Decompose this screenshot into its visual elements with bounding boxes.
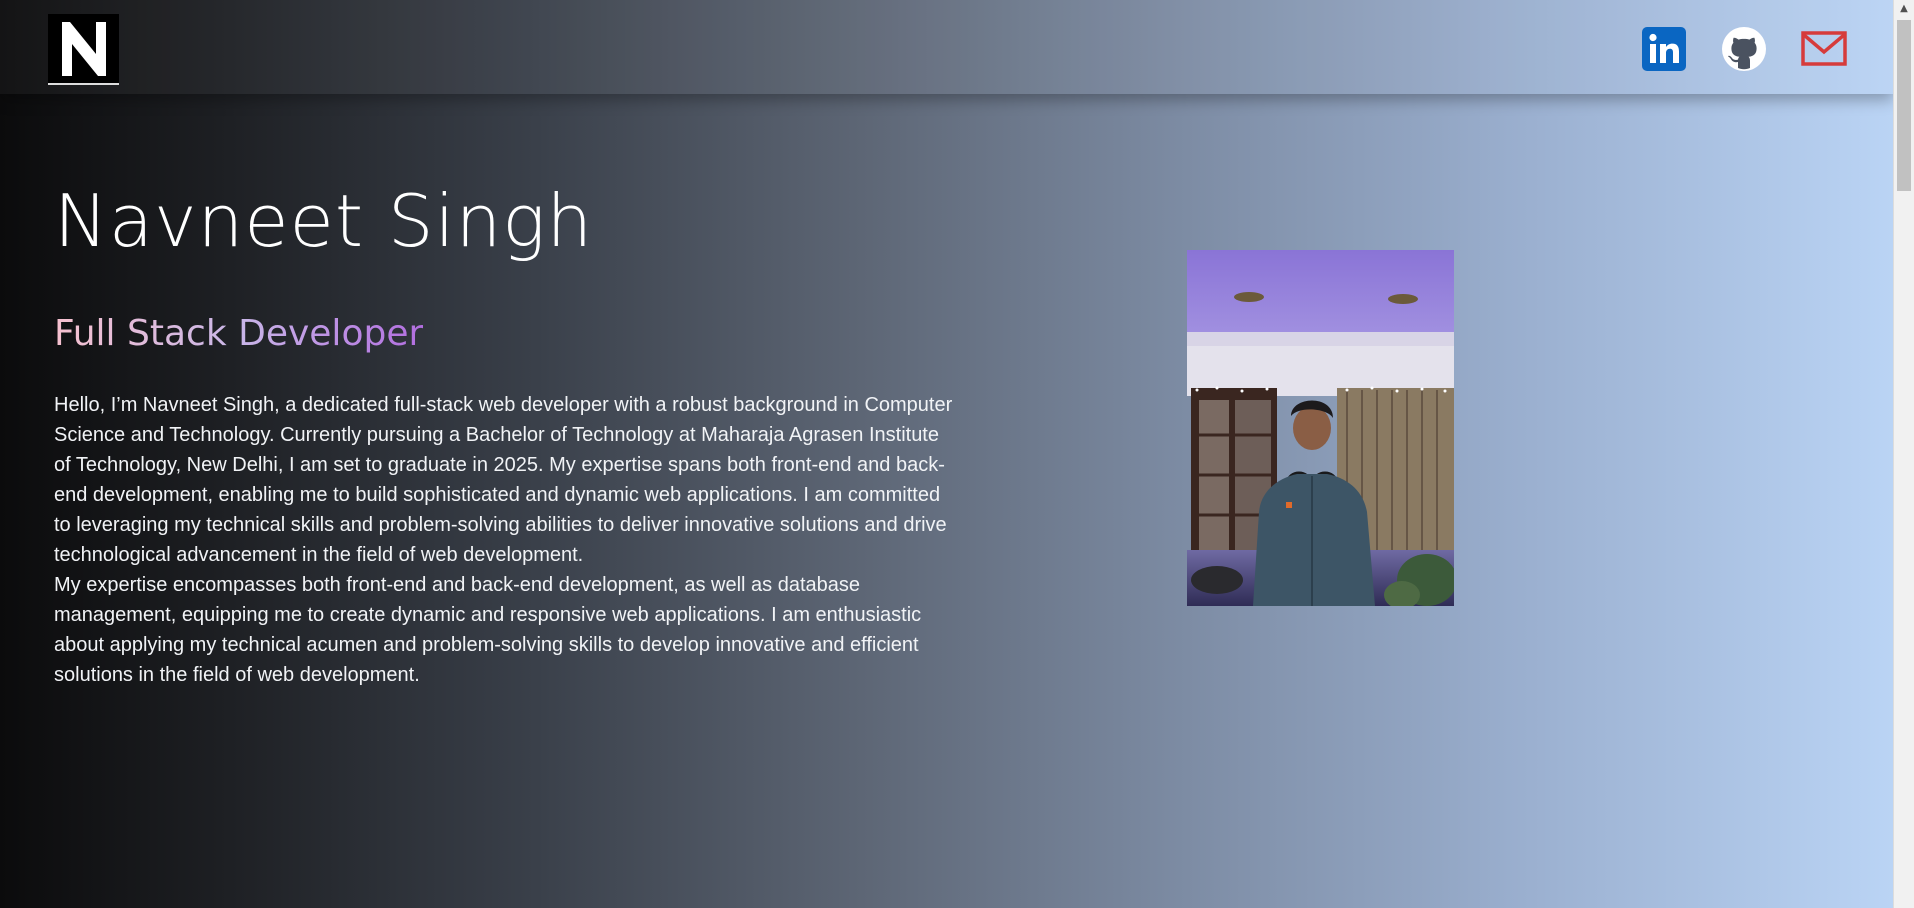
social-links: [1641, 26, 1847, 72]
profile-photo-image: [1187, 250, 1454, 606]
scroll-thumb[interactable]: [1897, 20, 1911, 191]
github-icon: [1722, 27, 1766, 71]
bio-paragraph: Hello, I’m Navneet Singh, a dedicated fu…: [54, 394, 953, 566]
page-title: Navneet Singh: [54, 179, 594, 263]
profile-photo: [1187, 250, 1454, 606]
github-link[interactable]: [1721, 26, 1767, 72]
scroll-up-arrow-icon[interactable]: ▲: [1894, 0, 1914, 17]
linkedin-link[interactable]: [1641, 26, 1687, 72]
email-link[interactable]: [1801, 26, 1847, 72]
role-subtitle: Full Stack Developer: [54, 313, 424, 354]
linkedin-icon: [1642, 27, 1686, 71]
bio-text: Hello, I’m Navneet Singh, a dedicated fu…: [54, 390, 960, 690]
page: Navneet Singh Full Stack Developer Hello…: [0, 0, 1893, 908]
n-logo-icon: [48, 14, 119, 83]
bio-paragraph: My expertise encompasses both front-end …: [54, 574, 922, 686]
mail-icon: [1801, 31, 1847, 66]
vertical-scrollbar[interactable]: ▲: [1893, 0, 1914, 908]
logo[interactable]: [48, 14, 119, 85]
navbar: [0, 0, 1893, 94]
